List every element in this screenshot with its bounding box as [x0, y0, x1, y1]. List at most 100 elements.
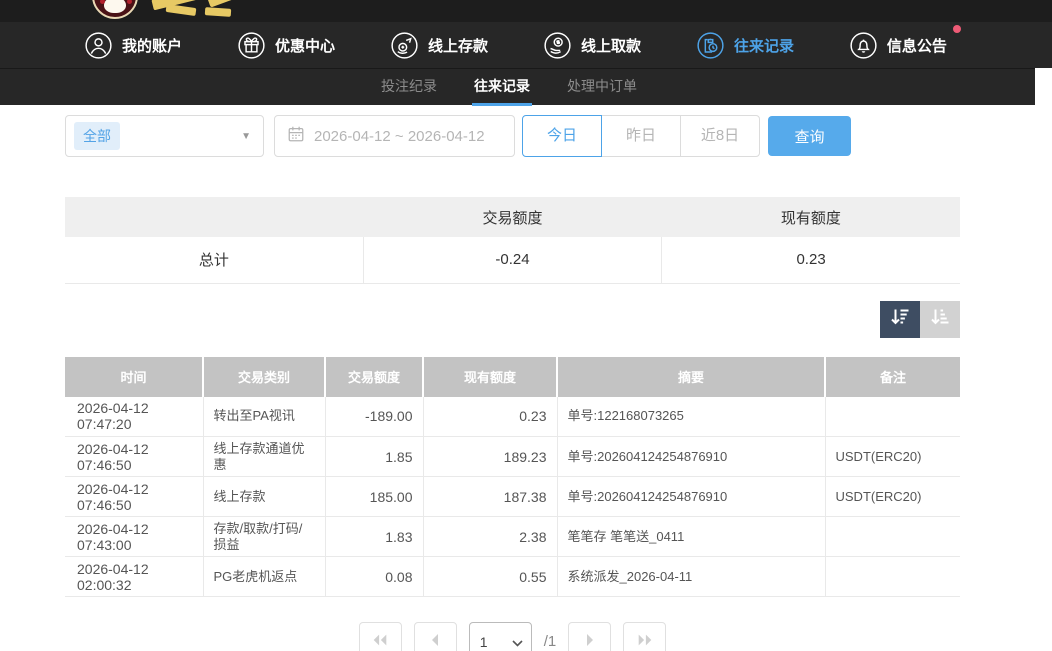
cell-current-amount: 189.23	[423, 437, 557, 477]
summary-header-current-amount: 现有额度	[662, 197, 960, 237]
cell-summary: 笔笔存 笔笔送_0411	[557, 517, 825, 557]
cell-transaction-amount: 0.08	[325, 557, 423, 597]
cell-summary: 系统派发_2026-04-11	[557, 557, 825, 597]
chevron-right-icon	[583, 633, 597, 651]
total-pages-label: /1	[544, 622, 557, 651]
top-strip	[0, 0, 1052, 22]
double-chevron-left-icon	[371, 633, 389, 651]
cell-time: 2026-04-12 02:00:32	[65, 557, 203, 597]
brand-logo[interactable]	[92, 0, 138, 19]
summary-table: 交易额度 现有额度 总计 -0.24 0.23	[65, 197, 960, 284]
chevron-down-icon	[512, 634, 523, 650]
cell-transaction-amount: -189.00	[325, 397, 423, 437]
bell-icon	[850, 32, 877, 59]
nav-item-announcements[interactable]: 信息公告	[850, 32, 947, 59]
tab-transaction-records[interactable]: 往来记录	[472, 69, 532, 106]
table-row: 2026-04-12 07:47:20 转出至PA视讯 -189.00 0.23…	[65, 397, 960, 437]
nav-item-my-account[interactable]: 我的账户	[85, 32, 182, 59]
cell-remarks	[825, 397, 960, 437]
nav-item-promotions[interactable]: 优惠中心	[238, 32, 335, 59]
col-header-type: 交易类别	[203, 357, 325, 397]
first-page-button[interactable]	[359, 622, 402, 651]
summary-header-row: 交易额度 现有额度	[65, 197, 960, 237]
cell-current-amount: 187.38	[423, 477, 557, 517]
chevron-down-icon: ▼	[241, 131, 251, 142]
last-8-days-button[interactable]: 近8日	[680, 115, 760, 157]
deposit-icon	[391, 32, 418, 59]
sort-descending-button[interactable]	[880, 301, 920, 338]
cell-summary: 单号:202604124254876910	[557, 437, 825, 477]
nav-item-online-withdrawal[interactable]: 线上取款	[544, 32, 641, 59]
tab-betting-records[interactable]: 投注纪录	[379, 69, 439, 106]
summary-transaction-amount: -0.24	[363, 237, 661, 283]
type-filter-select[interactable]: 全部 ▼	[65, 115, 264, 157]
cell-current-amount: 0.55	[423, 557, 557, 597]
page-select[interactable]: 1	[469, 622, 532, 651]
cell-summary: 单号:122168073265	[557, 397, 825, 437]
summary-current-amount: 0.23	[662, 237, 960, 283]
double-chevron-right-icon	[636, 633, 654, 651]
cell-time: 2026-04-12 07:46:50	[65, 437, 203, 477]
sort-controls	[65, 301, 960, 338]
cell-transaction-amount: 1.85	[325, 437, 423, 477]
cell-time: 2026-04-12 07:47:20	[65, 397, 203, 437]
cell-type: 存款/取款/打码/损益	[203, 517, 325, 557]
table-row: 2026-04-12 07:43:00 存款/取款/打码/损益 1.83 2.3…	[65, 517, 960, 557]
nav-label: 线上存款	[428, 35, 488, 56]
summary-total-row: 总计 -0.24 0.23	[65, 237, 960, 283]
table-row: 2026-04-12 07:46:50 线上存款通道优惠 1.85 189.23…	[65, 437, 960, 477]
col-header-summary: 摘要	[557, 357, 825, 397]
filter-row: 全部 ▼ 2026-04-12 ~ 2026-04-12 今日 昨日 近8日 查	[65, 115, 960, 157]
next-page-button[interactable]	[568, 622, 611, 651]
cell-transaction-amount: 185.00	[325, 477, 423, 517]
page-select-value: 1	[480, 634, 488, 650]
col-header-transaction-amount: 交易额度	[325, 357, 423, 397]
sort-ascending-icon	[929, 306, 951, 333]
nav-label: 信息公告	[887, 35, 947, 56]
logo-text-stroke	[207, 0, 242, 8]
gift-icon	[238, 32, 265, 59]
cell-current-amount: 0.23	[423, 397, 557, 437]
today-button[interactable]: 今日	[522, 115, 602, 157]
cell-type: 转出至PA视讯	[203, 397, 325, 437]
cell-time: 2026-04-12 07:46:50	[65, 477, 203, 517]
date-range-input[interactable]: 2026-04-12 ~ 2026-04-12	[274, 115, 515, 157]
last-page-button[interactable]	[623, 622, 666, 651]
cell-current-amount: 2.38	[423, 517, 557, 557]
sort-descending-icon	[889, 306, 911, 333]
chevron-left-icon	[428, 633, 442, 651]
records-icon	[697, 32, 724, 59]
user-icon	[85, 32, 112, 59]
date-range-value: 2026-04-12 ~ 2026-04-12	[314, 128, 485, 145]
records-table: 时间 交易类别 交易额度 现有额度 摘要 备注 2026-04-12 07:47…	[65, 357, 960, 598]
transaction-records-page: 我的账户 优惠中心 线上存款	[0, 0, 1052, 651]
yesterday-button[interactable]: 昨日	[601, 115, 681, 157]
sort-ascending-button[interactable]	[920, 301, 960, 338]
cell-type: 线上存款	[203, 477, 325, 517]
cell-type: 线上存款通道优惠	[203, 437, 325, 477]
cell-remarks	[825, 557, 960, 597]
table-row: 2026-04-12 02:00:32 PG老虎机返点 0.08 0.55 系统…	[65, 557, 960, 597]
nav-label: 往来记录	[734, 35, 794, 56]
search-button[interactable]: 查询	[768, 116, 851, 156]
selected-type-tag[interactable]: 全部	[74, 122, 120, 150]
summary-total-label: 总计	[65, 237, 363, 283]
previous-page-button[interactable]	[414, 622, 457, 651]
nav-label: 优惠中心	[275, 35, 335, 56]
content-area: 全部 ▼ 2026-04-12 ~ 2026-04-12 今日 昨日 近8日 查	[65, 115, 960, 651]
logo-text-stroke	[166, 4, 197, 16]
records-header-row: 时间 交易类别 交易额度 现有额度 摘要 备注	[65, 357, 960, 397]
tab-processing-orders[interactable]: 处理中订单	[565, 69, 639, 106]
col-header-remarks: 备注	[825, 357, 960, 397]
cell-transaction-amount: 1.83	[325, 517, 423, 557]
table-row: 2026-04-12 07:46:50 线上存款 185.00 187.38 单…	[65, 477, 960, 517]
nav-item-online-deposit[interactable]: 线上存款	[391, 32, 488, 59]
nav-item-transaction-records[interactable]: 往来记录	[697, 32, 794, 59]
col-header-time: 时间	[65, 357, 203, 397]
notification-dot	[953, 25, 961, 33]
withdraw-icon	[544, 32, 571, 59]
main-nav: 我的账户 优惠中心 线上存款	[0, 22, 1052, 68]
summary-header-empty	[65, 197, 363, 237]
cell-type: PG老虎机返点	[203, 557, 325, 597]
sub-nav: 投注纪录 往来记录 处理中订单	[0, 68, 1035, 105]
